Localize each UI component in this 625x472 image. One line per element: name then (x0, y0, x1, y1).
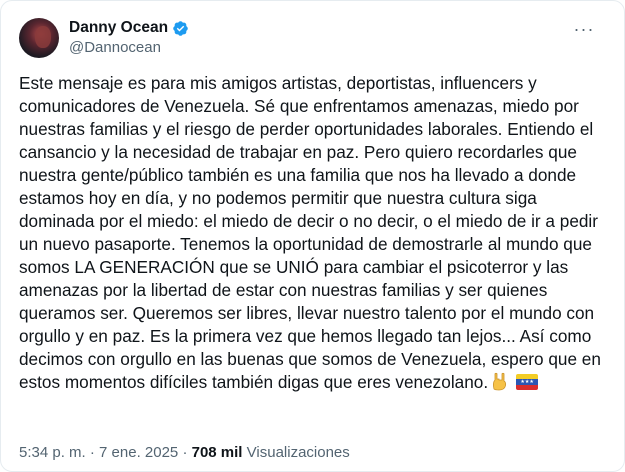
user-handle[interactable]: @Dannocean (69, 38, 189, 58)
tweet-body: Este mensaje es para mis amigos artistas… (19, 72, 609, 397)
timestamp[interactable]: 5:34 p. m. · 7 ene. 2025 · (19, 444, 187, 461)
venezuela-flag-emoji: ★★★ (516, 374, 539, 390)
more-options-button[interactable]: ··· (570, 19, 598, 39)
avatar[interactable] (19, 18, 59, 58)
tweet-header: Danny Ocean @Dannocean ··· (19, 13, 606, 63)
views-count: 708 mil (191, 444, 243, 461)
more-dots-icon: ··· (573, 18, 595, 39)
name-row: Danny Ocean (69, 18, 189, 38)
display-name[interactable]: Danny Ocean (69, 18, 168, 38)
tweet-text: Este mensaje es para mis amigos artistas… (19, 73, 601, 392)
tweet-meta: 5:34 p. m. · 7 ene. 2025 · 708 mil Visua… (19, 444, 350, 461)
tweet-card: Danny Ocean @Dannocean ··· Este mensaje … (0, 0, 625, 472)
verified-badge-icon (173, 20, 188, 36)
views-label[interactable]: Visualizaciones (247, 444, 350, 461)
user-block: Danny Ocean @Dannocean (69, 18, 189, 58)
avatar-face (35, 26, 51, 48)
rock-hand-emoji (490, 371, 510, 397)
